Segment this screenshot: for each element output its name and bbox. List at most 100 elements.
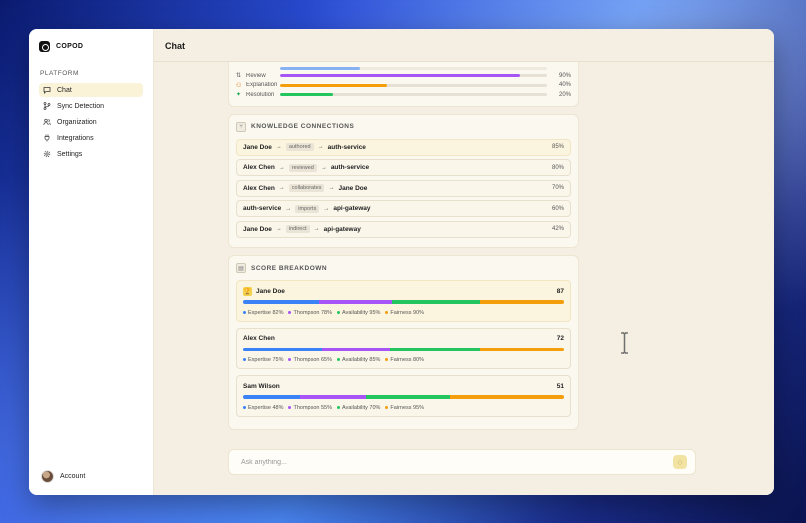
connection-row[interactable]: Jane Doe → authored → auth-service 85% bbox=[236, 138, 571, 156]
sidebar-item-organization[interactable]: Organization bbox=[39, 115, 143, 129]
metric-track bbox=[280, 83, 547, 87]
sidebar-item-label: Sync Detection bbox=[57, 102, 105, 110]
legend-item: Availability 95% bbox=[337, 310, 380, 316]
sidebar-section-label: PLATFORM bbox=[40, 70, 79, 77]
connection-source: Jane Doe bbox=[243, 225, 272, 233]
connection-target: Jane Doe bbox=[338, 184, 368, 192]
score-segment-thompson bbox=[300, 395, 367, 399]
sidebar-item-label: Integrations bbox=[57, 134, 94, 142]
legend-item: Availability 85% bbox=[337, 357, 380, 363]
connection-strength: 42% bbox=[551, 226, 564, 232]
score-legend: Expertise 82% Thompson 78% Availability 95… bbox=[243, 310, 564, 316]
sidebar-item-label: Settings bbox=[57, 150, 83, 158]
arrow-right-icon: → bbox=[317, 144, 324, 150]
branch-icon bbox=[43, 102, 51, 110]
connection-strength: 70% bbox=[551, 185, 564, 191]
legend-item: Expertise 48% bbox=[243, 405, 283, 411]
legend-item: Thompson 55% bbox=[288, 405, 332, 411]
card-title: SCORE BREAKDOWN bbox=[251, 264, 328, 272]
legend-dot-icon bbox=[288, 310, 292, 314]
metric-track bbox=[280, 93, 547, 97]
connection-strength: 80% bbox=[551, 164, 564, 171]
arrow-right-icon: → bbox=[313, 226, 320, 232]
arrow-right-icon: → bbox=[275, 226, 282, 232]
legend-label: Availability 95% bbox=[342, 309, 381, 316]
total-score: 72 bbox=[556, 335, 564, 342]
relation-badge: imports bbox=[295, 204, 320, 213]
score-segment-expertise bbox=[243, 300, 320, 304]
score-entry[interactable]: 🏆 Jane Doe 87 Expertise 82% Thompson 78% Avai… bbox=[236, 280, 571, 322]
sidebar-item-settings[interactable]: Settings bbox=[39, 147, 143, 161]
arrow-right-icon: → bbox=[275, 144, 282, 150]
account-button[interactable]: Account bbox=[41, 470, 85, 483]
card-header: ▤ SCORE BREAKDOWN bbox=[236, 262, 571, 274]
connection-row[interactable]: Jane Doe → indirect → api-gateway 42% bbox=[236, 220, 571, 238]
document-icon: ▤ bbox=[236, 263, 246, 273]
score-segment-fairness bbox=[479, 347, 564, 351]
chat-scroll-area[interactable]: ⇅ Review 90% ⚇ Explanation 40% ✦ Resolut… bbox=[228, 62, 579, 437]
trophy-icon: 🏆 bbox=[243, 286, 252, 296]
legend-item: Fairness 95% bbox=[385, 405, 424, 411]
text-cursor-icon bbox=[621, 332, 628, 354]
score-entry[interactable]: Alex Chen 72 Expertise 75% Thompson 65% Avai… bbox=[236, 327, 571, 369]
metric-row-partial bbox=[236, 66, 571, 71]
connection-list: Jane Doe → authored → auth-service 85% Alex Ch… bbox=[236, 138, 571, 238]
legend-dot-icon bbox=[385, 405, 389, 409]
legend-label: Availability 70% bbox=[342, 404, 381, 411]
main-panel: Chat ⇅ Review 90% ⚇ Explanation 40% ✦ Re… bbox=[154, 29, 774, 495]
person-name: Jane Doe bbox=[256, 287, 285, 295]
score-header: 🏆 Jane Doe 87 bbox=[243, 286, 564, 296]
person-name: Alex Chen bbox=[243, 335, 275, 342]
connection-row[interactable]: Alex Chen → collaborates → Jane Doe 70% bbox=[236, 179, 571, 197]
score-segment-availability bbox=[366, 395, 451, 399]
score-stacked-bar bbox=[243, 347, 564, 351]
total-score: 87 bbox=[556, 287, 564, 295]
arrow-right-icon: → bbox=[278, 164, 285, 171]
arrow-right-icon: → bbox=[328, 185, 335, 191]
legend-item: Availability 70% bbox=[337, 405, 380, 411]
arrow-right-icon: → bbox=[278, 185, 285, 191]
header: Chat bbox=[154, 29, 774, 62]
score-segment-expertise bbox=[243, 347, 322, 351]
sidebar-item-chat[interactable]: Chat bbox=[39, 83, 143, 97]
connection-target: auth-service bbox=[330, 164, 370, 171]
score-legend: Expertise 48% Thompson 55% Availability 70… bbox=[243, 405, 564, 411]
connection-source: Alex Chen bbox=[243, 184, 275, 192]
avatar bbox=[41, 470, 54, 483]
score-entry[interactable]: Sam Wilson 51 Expertise 48% Thompson 55% Ava… bbox=[236, 375, 571, 417]
connection-source: Jane Doe bbox=[243, 143, 272, 151]
legend-item: Thompson 65% bbox=[288, 357, 332, 363]
connection-target: api-gateway bbox=[323, 225, 361, 233]
legend-label: Thompson 65% bbox=[293, 357, 332, 363]
chat-input[interactable] bbox=[241, 458, 673, 466]
connection-row[interactable]: Alex Chen → reviewed → auth-service 80% bbox=[236, 159, 571, 176]
connection-strength: 85% bbox=[551, 144, 564, 150]
send-button[interactable]: ◌ bbox=[673, 455, 687, 469]
metric-fill bbox=[280, 83, 387, 87]
sparkle-icon: ✦ bbox=[236, 92, 242, 99]
metric-row-explanation: ⚇ Explanation 40% bbox=[236, 82, 571, 89]
metric-fill bbox=[280, 74, 521, 78]
sidebar-item-integrations[interactable]: Integrations bbox=[39, 131, 143, 145]
legend-label: Availability 85% bbox=[342, 357, 381, 363]
score-segment-expertise bbox=[243, 395, 301, 399]
connection-target: api-gateway bbox=[333, 205, 371, 212]
score-segment-thompson bbox=[319, 300, 392, 304]
users-icon bbox=[43, 118, 51, 126]
sidebar-item-sync-detection[interactable]: Sync Detection bbox=[39, 99, 143, 113]
connection-row[interactable]: auth-service → imports → api-gateway 60% bbox=[236, 200, 571, 217]
metric-row-resolution: ✦ Resolution 20% bbox=[236, 91, 571, 99]
total-score: 51 bbox=[556, 382, 564, 390]
connection-source: Alex Chen bbox=[243, 164, 275, 171]
legend-dot-icon bbox=[385, 310, 389, 314]
connection-strength: 60% bbox=[551, 205, 564, 212]
score-list: 🏆 Jane Doe 87 Expertise 82% Thompson 78% Avai… bbox=[236, 280, 571, 417]
brand-name: COPOD bbox=[56, 43, 84, 50]
legend-label: Expertise 48% bbox=[248, 404, 284, 411]
score-breakdown-card: ▤ SCORE BREAKDOWN 🏆 Jane Doe 87 Expertise 8… bbox=[228, 255, 579, 430]
legend-label: Thompson 78% bbox=[293, 309, 332, 316]
score-stacked-bar bbox=[243, 395, 564, 399]
page-title: Chat bbox=[165, 41, 185, 51]
legend-dot-icon bbox=[288, 358, 292, 362]
plug-icon bbox=[43, 134, 51, 142]
